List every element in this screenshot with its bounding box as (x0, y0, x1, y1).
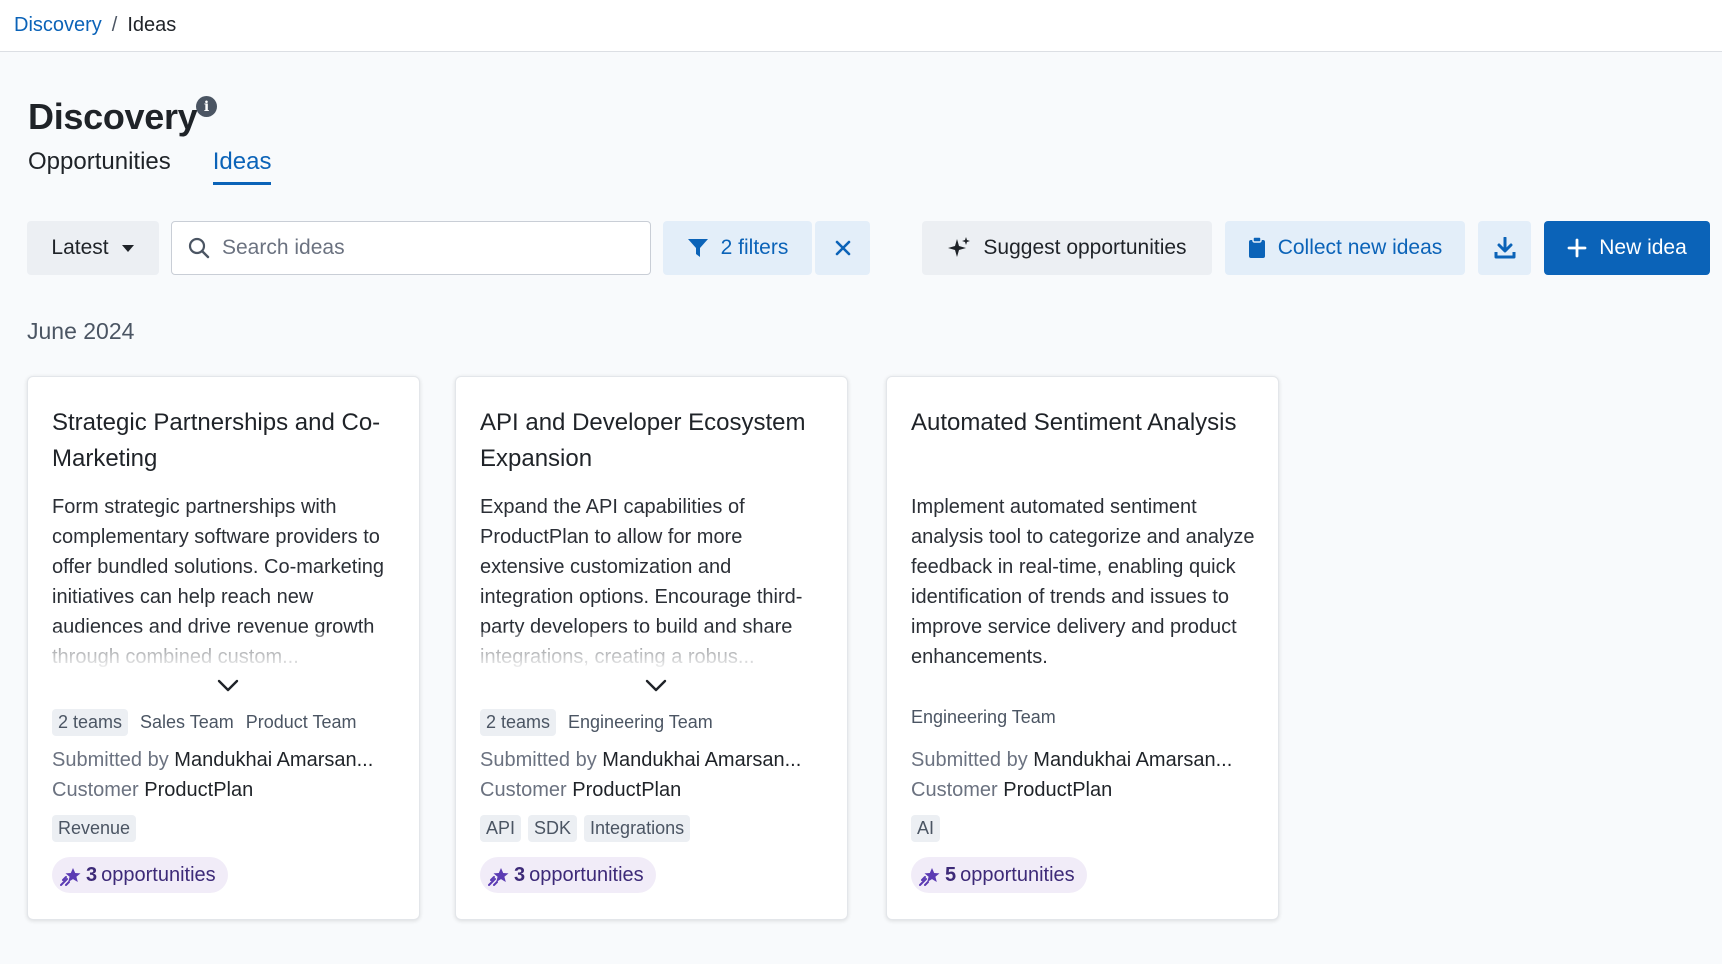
opportunities-badge[interactable]: 3 opportunities (480, 857, 656, 893)
collect-new-ideas-label: Collect new ideas (1277, 236, 1443, 259)
opportunity-count: 5 (945, 863, 957, 886)
tab-opportunities[interactable]: Opportunities (28, 148, 171, 185)
download-icon (1494, 237, 1515, 259)
tag-chip: Revenue (52, 815, 137, 842)
idea-card[interactable]: Automated Sentiment Analysis Implement a… (886, 376, 1279, 920)
customer-name: ProductPlan (1003, 779, 1113, 801)
tab-ideas[interactable]: Ideas (212, 148, 272, 185)
idea-description: Implement automated sentiment analysis t… (911, 496, 1255, 668)
tab-bar: Opportunities Ideas (28, 148, 272, 185)
opportunity-label: opportunities (529, 863, 644, 886)
shooting-star-icon (919, 868, 940, 886)
customer-label: Customer (911, 779, 998, 801)
filters-button[interactable]: 2 filters (663, 221, 812, 275)
breadcrumb-current: Ideas (127, 14, 177, 36)
submitter-name: Mandukhai Amarsan... (602, 749, 802, 771)
tag-chip: API (480, 815, 522, 842)
page-title: Discovery (28, 96, 198, 137)
breadcrumb-separator: / (111, 14, 118, 36)
shooting-star-icon (60, 868, 81, 886)
submitted-by: Submitted by Mandukhai Amarsan... (52, 749, 402, 772)
opportunity-label: opportunities (101, 863, 216, 886)
download-button[interactable] (1478, 221, 1531, 275)
idea-card[interactable]: Strategic Partnerships and Co-Marketing … (27, 376, 420, 920)
tags-row: API SDK Integrations (480, 815, 691, 842)
filters-label: 2 filters (720, 236, 789, 259)
chevron-down-icon[interactable] (216, 677, 240, 693)
idea-description: Expand the API capabilities of ProductPl… (480, 492, 830, 672)
idea-description: Form strategic partnerships with complem… (52, 492, 402, 672)
suggest-opportunities-button[interactable]: Suggest opportunities (922, 221, 1212, 275)
caret-down-icon (121, 244, 134, 252)
month-group-heading: June 2024 (27, 318, 135, 344)
idea-title: Strategic Partnerships and Co-Marketing (52, 409, 381, 472)
customer-label: Customer (480, 779, 567, 801)
opportunities-badge[interactable]: 3 opportunities (52, 857, 228, 893)
submitted-by-label: Submitted by (911, 749, 1028, 771)
team-name: Sales Team (140, 712, 234, 732)
tag-chip: SDK (528, 815, 578, 842)
idea-card[interactable]: API and Developer Ecosystem Expansion Ex… (455, 376, 848, 920)
new-idea-button[interactable]: New idea (1544, 221, 1710, 275)
filter-icon (687, 239, 708, 257)
sort-dropdown[interactable]: Latest (27, 221, 159, 275)
customer-name: ProductPlan (572, 779, 682, 801)
customer-label: Customer (52, 779, 139, 801)
opportunity-label: opportunities (960, 863, 1075, 886)
search-input[interactable] (222, 236, 622, 260)
customer: Customer ProductPlan (480, 779, 681, 802)
team-name: Product Team (245, 712, 357, 732)
chevron-down-icon[interactable] (644, 677, 668, 693)
customer: Customer ProductPlan (911, 779, 1112, 802)
teams-row: 2 teams Sales Team Product Team (52, 709, 356, 736)
tags-row: AI (911, 815, 941, 842)
teams-count-chip: 2 teams (480, 709, 557, 736)
close-icon (835, 240, 850, 256)
shooting-star-icon (488, 868, 509, 886)
breadcrumb-link-discovery[interactable]: Discovery (14, 14, 102, 37)
opportunities-badge[interactable]: 5 opportunities (911, 857, 1087, 893)
team-name: Engineering Team (568, 712, 713, 732)
suggest-opportunities-label: Suggest opportunities (983, 236, 1187, 259)
customer-name: ProductPlan (144, 779, 254, 801)
breadcrumb: Discovery / Ideas (0, 0, 1722, 52)
submitted-by-label: Submitted by (480, 749, 597, 771)
submitter-name: Mandukhai Amarsan... (1033, 749, 1233, 771)
submitted-by: Submitted by Mandukhai Amarsan... (911, 749, 1261, 772)
opportunity-count: 3 (514, 863, 526, 886)
new-idea-label: New idea (1599, 236, 1687, 259)
tags-row: Revenue (52, 815, 137, 842)
submitted-by-label: Submitted by (52, 749, 169, 771)
collect-new-ideas-button[interactable]: Collect new ideas (1225, 221, 1465, 275)
clear-filters-button[interactable] (815, 221, 870, 275)
teams-row: Engineering Team (911, 707, 1056, 728)
tag-chip: Integrations (584, 815, 691, 842)
sparkle-icon (948, 237, 971, 257)
idea-title: API and Developer Ecosystem Expansion (480, 409, 806, 472)
search-icon (188, 237, 210, 259)
teams-count-chip: 2 teams (52, 709, 129, 736)
teams-row: 2 teams Engineering Team (480, 709, 713, 736)
idea-title: Automated Sentiment Analysis (911, 409, 1237, 436)
info-icon[interactable]: i (196, 96, 217, 117)
sort-dropdown-label: Latest (51, 236, 109, 259)
submitter-name: Mandukhai Amarsan... (174, 749, 374, 771)
customer: Customer ProductPlan (52, 779, 253, 802)
clipboard-icon (1248, 237, 1265, 258)
team-name: Engineering Team (911, 707, 1056, 727)
search-field (171, 221, 651, 275)
opportunity-count: 3 (86, 863, 98, 886)
plus-icon (1567, 238, 1587, 258)
submitted-by: Submitted by Mandukhai Amarsan... (480, 749, 830, 772)
tag-chip: AI (911, 815, 941, 842)
